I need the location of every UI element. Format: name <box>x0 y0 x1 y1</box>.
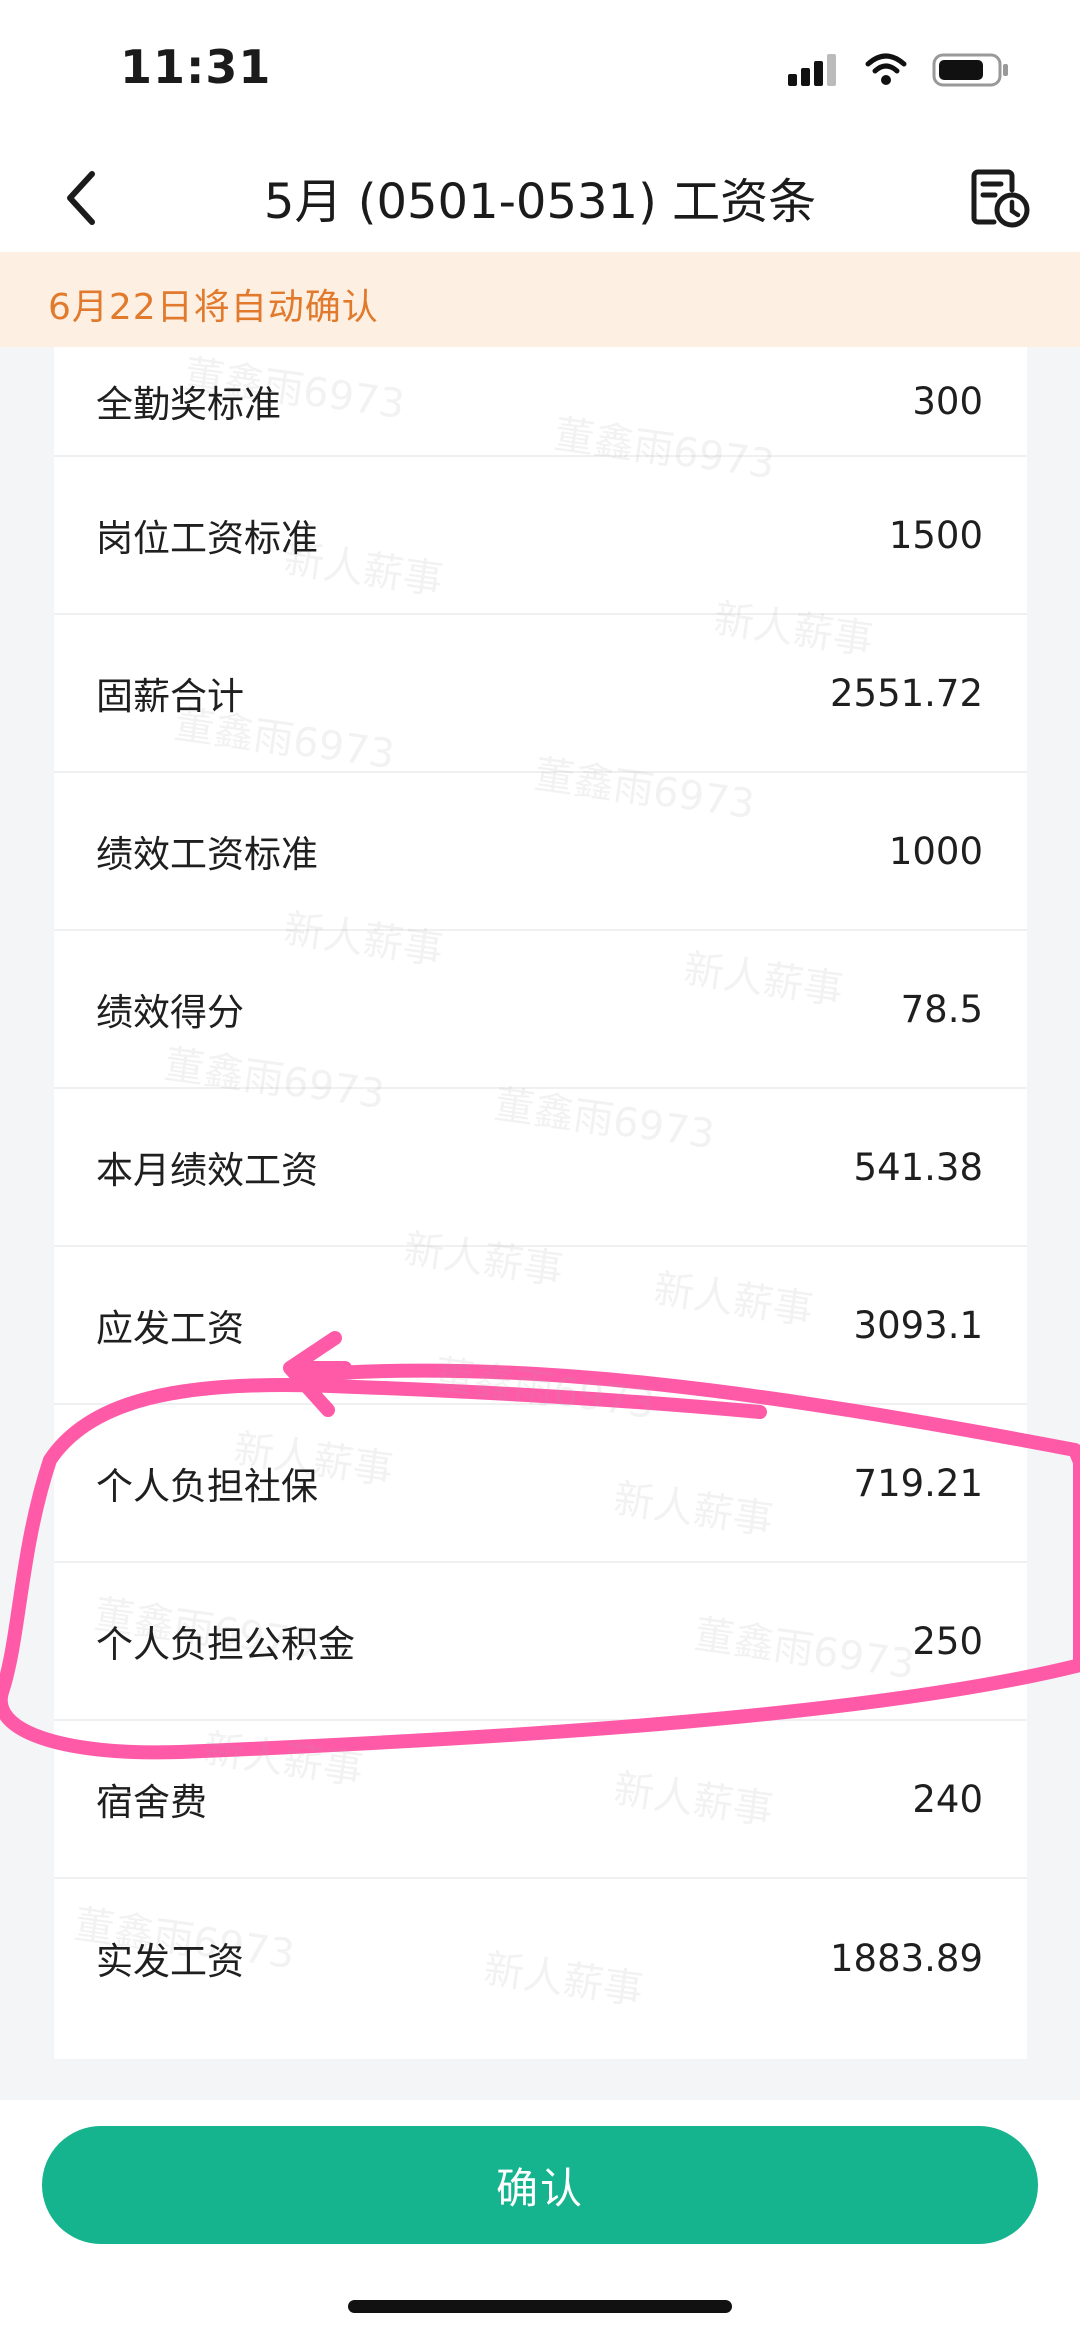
row-label: 固薪合计 <box>96 675 244 718</box>
payslip-row: 绩效工资标准 1000 <box>54 773 1027 931</box>
confirm-button[interactable]: 确认 <box>42 2126 1038 2244</box>
payslip-row: 宿舍费 240 <box>54 1721 1027 1879</box>
document-clock-icon <box>971 169 1030 228</box>
row-value: 1500 <box>888 513 983 557</box>
row-value: 541.38 <box>853 1145 983 1189</box>
row-value: 719.21 <box>853 1461 983 1505</box>
row-label: 实发工资 <box>96 1940 244 1983</box>
payslip-row: 实发工资 1883.89 <box>54 1879 1027 2037</box>
history-button[interactable] <box>960 158 1040 238</box>
row-label: 本月绩效工资 <box>96 1149 318 1192</box>
battery-icon <box>932 53 1008 87</box>
row-value: 2551.72 <box>829 671 983 715</box>
row-value: 1883.89 <box>829 1936 983 1980</box>
payslip-row: 个人负担公积金 250 <box>54 1563 1027 1721</box>
status-icons <box>788 52 1010 88</box>
status-time: 11:31 <box>120 40 272 94</box>
payslip-row: 绩效得分 78.5 <box>54 931 1027 1089</box>
signal-icon <box>788 54 836 86</box>
row-value: 3093.1 <box>853 1303 983 1347</box>
row-value: 300 <box>912 379 983 423</box>
row-label: 绩效得分 <box>96 991 244 1034</box>
row-label: 应发工资 <box>96 1307 244 1350</box>
row-label: 个人负担社保 <box>96 1465 318 1508</box>
notice-text: 6月22日将自动确认 <box>48 287 379 328</box>
row-value: 250 <box>912 1619 983 1663</box>
payslip-card: 董鑫雨6973 董鑫雨6973 新人薪事 新人薪事 董鑫雨6973 董鑫雨697… <box>54 347 1027 2059</box>
payslip-row: 应发工资 3093.1 <box>54 1247 1027 1405</box>
payslip-row: 岗位工资标准 1500 <box>54 457 1027 615</box>
payslip-row: 固薪合计 2551.72 <box>54 615 1027 773</box>
status-bar: 11:31 <box>0 0 1080 140</box>
back-button[interactable] <box>40 158 120 238</box>
row-label: 岗位工资标准 <box>96 517 318 560</box>
row-value: 240 <box>912 1777 983 1821</box>
nav-bar: 5月 (0501-0531) 工资条 <box>0 140 1080 252</box>
chevron-left-icon <box>67 171 95 225</box>
row-label: 全勤奖标准 <box>96 383 281 426</box>
wifi-icon <box>865 53 907 85</box>
row-label: 宿舍费 <box>96 1781 207 1824</box>
row-value: 1000 <box>888 829 983 873</box>
home-indicator <box>348 2300 732 2313</box>
payslip-row: 本月绩效工资 541.38 <box>54 1089 1027 1247</box>
auto-confirm-notice: 6月22日将自动确认 <box>0 252 1080 347</box>
page-title: 5月 (0501-0531) 工资条 <box>263 174 817 230</box>
row-label: 个人负担公积金 <box>96 1623 355 1666</box>
payslip-row: 个人负担社保 719.21 <box>54 1405 1027 1563</box>
row-value: 78.5 <box>900 987 983 1031</box>
payslip-row: 全勤奖标准 300 <box>54 347 1027 457</box>
row-label: 绩效工资标准 <box>96 833 318 876</box>
